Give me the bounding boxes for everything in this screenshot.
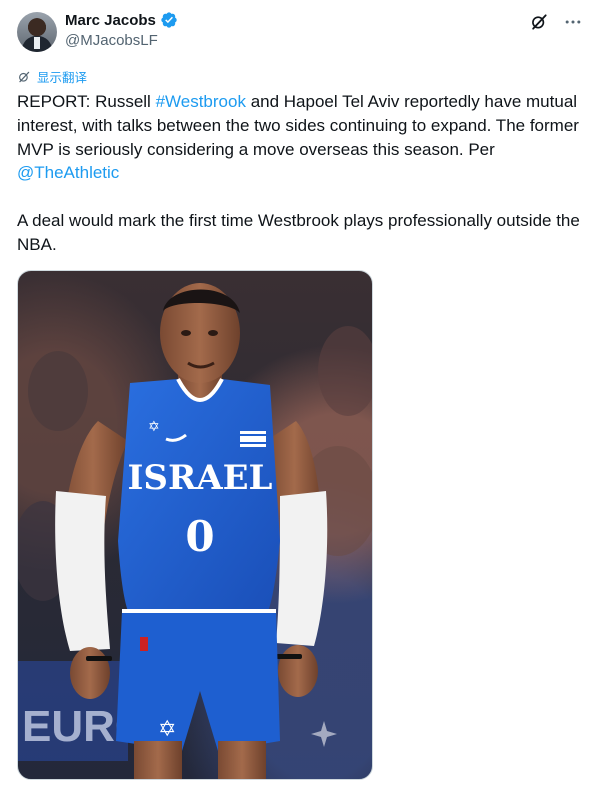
avatar[interactable] [17,12,57,52]
hashtag-link[interactable]: #Westbrook [156,92,246,111]
player-illustration: EURO ✡ ISRAEL 0 ✡ [18,283,372,779]
tweet-paragraph-1: REPORT: Russell #Westbrook and Hapoel Te… [17,90,587,185]
show-translation-label: 显示翻译 [37,71,88,85]
tweet-text-part: REPORT: Russell [17,92,156,111]
author-name-row: Marc Jacobs [65,11,178,29]
translate-icon [17,70,31,84]
tweet: Marc Jacobs @MJacobsLF 显示翻译 REPORT: Russ… [0,0,597,787]
show-translation-link[interactable]: 显示翻译 [17,67,87,86]
svg-text:✡: ✡ [148,419,160,435]
more-icon[interactable] [563,12,583,32]
tweet-text: REPORT: Russell #Westbrook and Hapoel Te… [17,90,587,257]
jersey-number: 0 [185,512,214,561]
avatar-shirt [34,37,40,49]
mention-link[interactable]: @TheAthletic [17,163,119,182]
author-handle[interactable]: @MJacobsLF [65,32,158,49]
author-name[interactable]: Marc Jacobs [65,12,156,29]
grok-icon[interactable] [529,12,549,32]
verified-badge-icon[interactable] [160,11,178,29]
tweet-photo[interactable]: EURO ✡ ISRAEL 0 ✡ [17,270,373,780]
svg-text:✡: ✡ [158,717,176,742]
jersey-text: ISRAEL [128,458,273,498]
tweet-paragraph-2: A deal would mark the first time Westbro… [17,210,580,254]
tweet-top-actions [529,12,583,32]
